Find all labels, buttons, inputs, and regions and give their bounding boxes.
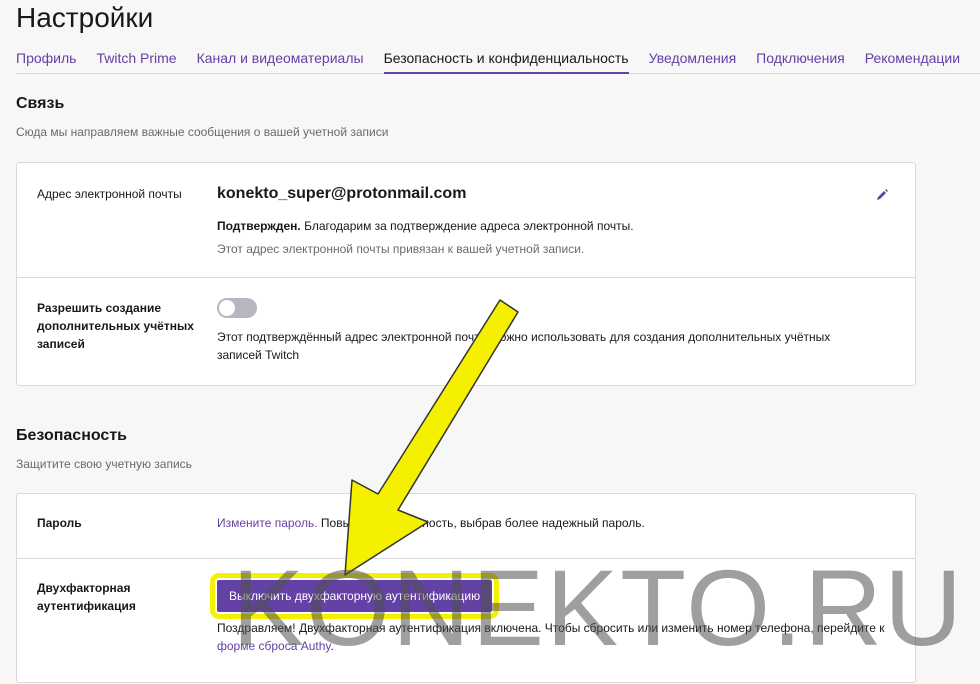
security-subtitle: Защитите свою учетную запись: [16, 457, 192, 471]
tab-recommendations[interactable]: Рекомендации: [865, 50, 960, 73]
security-heading: Безопасность: [16, 427, 127, 444]
verified-text: Благодарим за подтверждение адреса элект…: [300, 219, 634, 233]
verified-bold: Подтвержден.: [217, 219, 301, 233]
twofa-label: Двухфакторная аутентификация: [37, 581, 136, 613]
tab-twitch-prime[interactable]: Twitch Prime: [96, 50, 176, 73]
tab-security[interactable]: Безопасность и конфиденциальность: [383, 50, 629, 74]
linked-text: Этот адрес электронной почты привязан к …: [217, 242, 585, 256]
authy-reset-link[interactable]: форме сброса Authy: [217, 639, 331, 653]
edit-pencil-icon[interactable]: [875, 188, 889, 202]
disable-2fa-button[interactable]: Выключить двухфакторную аутентификацию: [209, 573, 500, 619]
password-text: Повысьте безопасность, выбрав более наде…: [317, 516, 645, 530]
password-label: Пароль: [37, 516, 82, 530]
email-label: Адрес электронной почты: [37, 187, 182, 201]
contact-card: Адрес электронной почты konekto_super@pr…: [16, 162, 916, 386]
multi-account-label: Разрешить создание дополнительных учётны…: [37, 301, 194, 351]
page-title: Настройки: [16, 2, 154, 33]
contact-subtitle: Сюда мы направляем важные сообщения о ва…: [16, 125, 389, 139]
tab-connections[interactable]: Подключения: [756, 50, 845, 73]
multi-account-text: Этот подтверждённый адрес электронной по…: [217, 330, 831, 362]
twofa-end: .: [330, 639, 334, 653]
contact-heading: Связь: [16, 95, 65, 112]
twofa-text: Поздравляем! Двухфакторная аутентификаци…: [217, 621, 885, 635]
change-password-link[interactable]: Измените пароль.: [217, 516, 318, 530]
tab-notifications[interactable]: Уведомления: [649, 50, 737, 73]
multi-account-toggle[interactable]: [217, 298, 257, 318]
settings-tabs: Профиль Twitch Prime Канал и видеоматери…: [16, 50, 980, 74]
security-card: Пароль Измените пароль. Повысьте безопас…: [16, 493, 916, 683]
email-value: konekto_super@protonmail.com: [217, 185, 467, 202]
tab-profile[interactable]: Профиль: [16, 50, 76, 73]
tab-channel[interactable]: Канал и видеоматериалы: [197, 50, 364, 73]
